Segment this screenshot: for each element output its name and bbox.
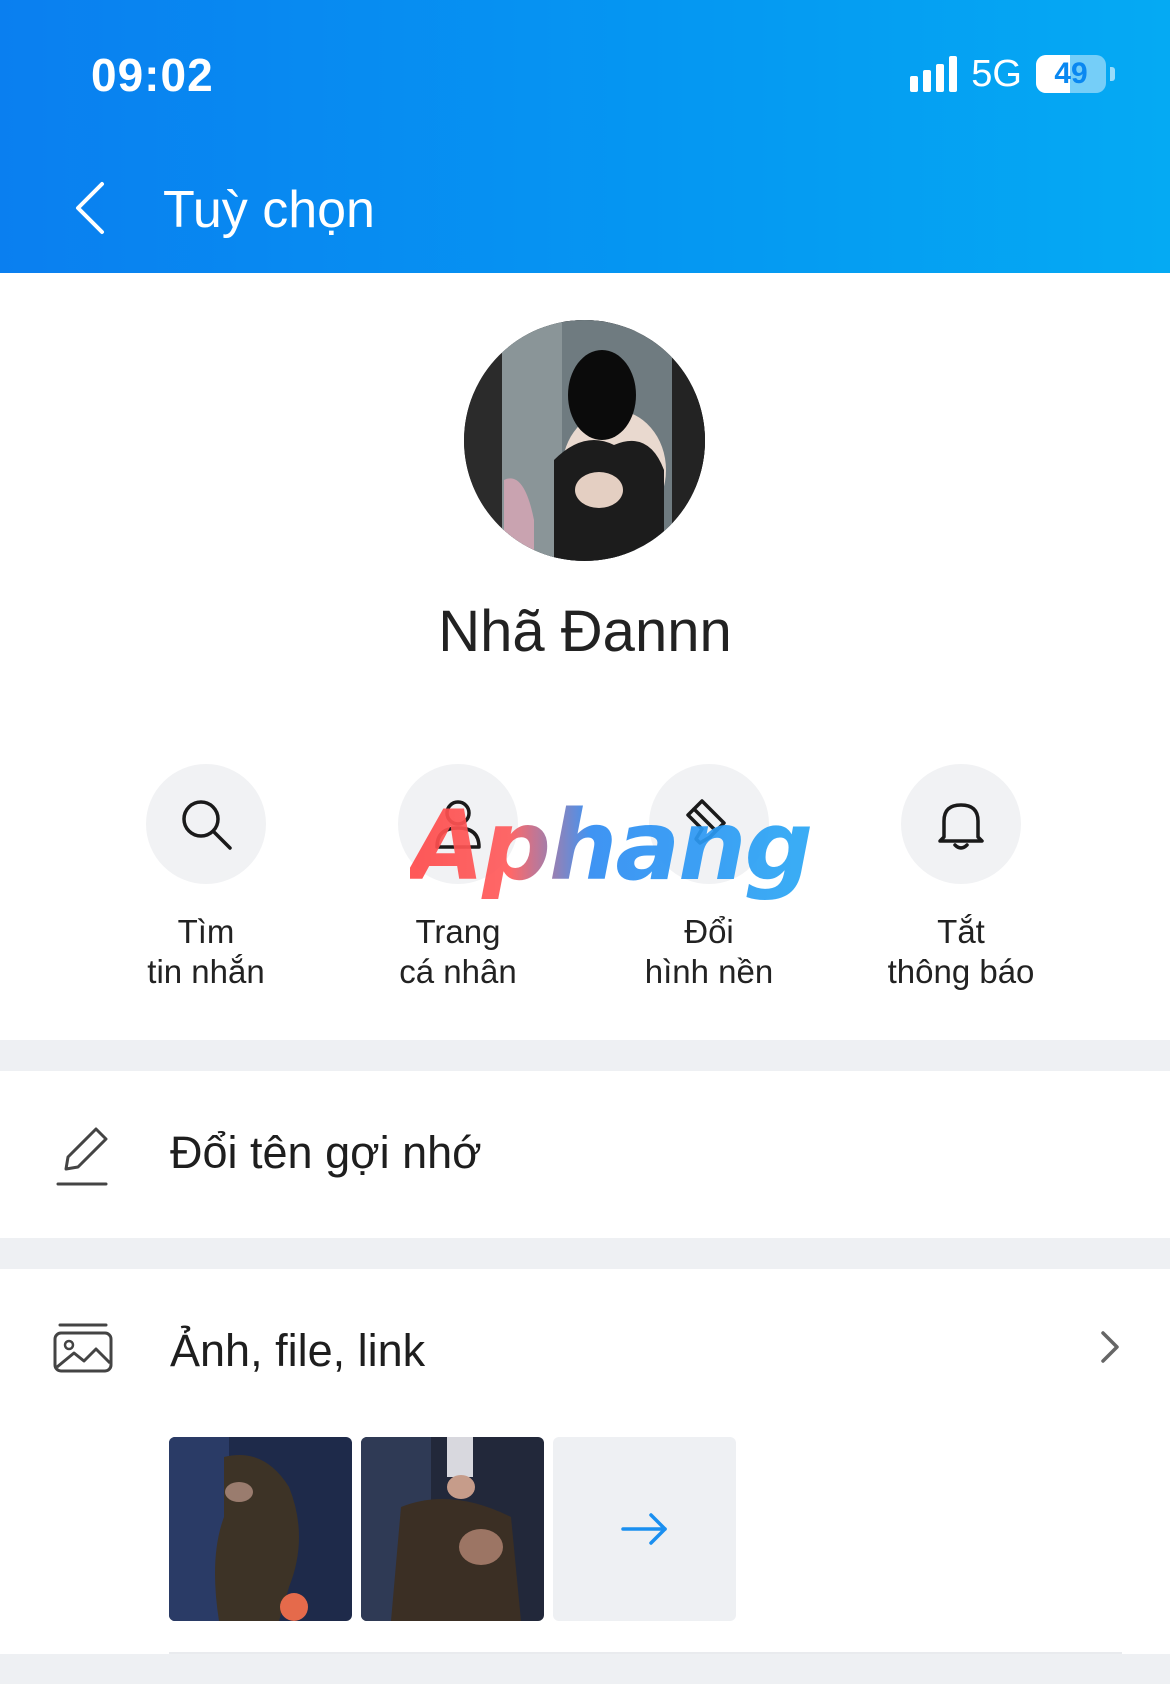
quick-actions: Tìm tin nhắn Trang cá nhân Đổi hình nền: [0, 764, 1170, 990]
network-type: 5G: [971, 52, 1022, 95]
media-thumbnail[interactable]: [169, 1437, 352, 1621]
row-icon: [52, 1317, 114, 1375]
pencil-icon: [56, 1127, 108, 1186]
battery-level: 49: [1054, 57, 1088, 90]
arrow-right-icon: [620, 1513, 667, 1545]
section-divider: [0, 1654, 1170, 1684]
action-circle: [146, 764, 266, 884]
page-title: Tuỳ chọn: [163, 181, 375, 239]
status-indicators: 5G 49: [910, 52, 1115, 96]
mute-notifications-button[interactable]: Tắt thông báo: [835, 764, 1087, 992]
action-label-line1: Tìm: [177, 913, 235, 950]
avatar[interactable]: [464, 320, 705, 561]
signal-icon: [910, 56, 958, 92]
avatar-image: [464, 320, 705, 561]
search-icon: [182, 800, 232, 850]
action-label-line2: cá nhân: [399, 953, 517, 990]
action-label-line2: hình nền: [644, 953, 774, 990]
media-thumbnail[interactable]: [361, 1437, 544, 1621]
action-label-line2: thông báo: [887, 953, 1035, 990]
section-divider: [0, 1040, 1170, 1071]
paint-brush-icon: [686, 799, 726, 845]
image-folder-icon: [53, 1323, 113, 1373]
battery-tip: [1110, 67, 1115, 81]
rename-nickname-row[interactable]: Đổi tên gợi nhớ: [0, 1071, 1170, 1238]
personal-page-button[interactable]: Trang cá nhân: [332, 764, 584, 992]
action-label-line1: Đổi: [684, 913, 734, 950]
action-label: Đổi hình nền: [583, 912, 835, 992]
profile-name: Nhã Đannn: [438, 599, 732, 664]
row-icon: [52, 1121, 112, 1191]
status-time: 09:02: [91, 49, 214, 101]
back-button[interactable]: [60, 178, 120, 238]
media-files-links-row[interactable]: Ảnh, file, link: [0, 1269, 1170, 1409]
chevron-left-icon: [76, 182, 104, 234]
action-label: Tắt thông báo: [835, 912, 1087, 992]
action-label: Trang cá nhân: [332, 912, 584, 992]
action-circle: [398, 764, 518, 884]
chevron-right-icon: [1098, 1327, 1122, 1372]
media-thumbnails: [169, 1437, 736, 1621]
rename-nickname-label: Đổi tên gợi nhớ: [170, 1127, 482, 1178]
media-files-links-label: Ảnh, file, link: [170, 1325, 426, 1376]
view-more-media-button[interactable]: [553, 1437, 736, 1621]
battery-icon: 49: [1036, 55, 1106, 93]
action-label-line1: Trang: [415, 913, 501, 950]
action-label-line2: tin nhắn: [147, 953, 265, 990]
section-divider: [0, 1238, 1170, 1269]
action-label-line1: Tắt: [937, 913, 985, 950]
top-header: 09:02 5G 49 Tuỳ chọn: [0, 0, 1170, 273]
bell-icon: [938, 803, 984, 850]
action-circle: [901, 764, 1021, 884]
user-icon: [435, 800, 481, 849]
action-label: Tìm tin nhắn: [80, 912, 332, 992]
search-messages-button[interactable]: Tìm tin nhắn: [80, 764, 332, 992]
action-circle: [649, 764, 769, 884]
change-wallpaper-button[interactable]: Đổi hình nền: [583, 764, 835, 992]
